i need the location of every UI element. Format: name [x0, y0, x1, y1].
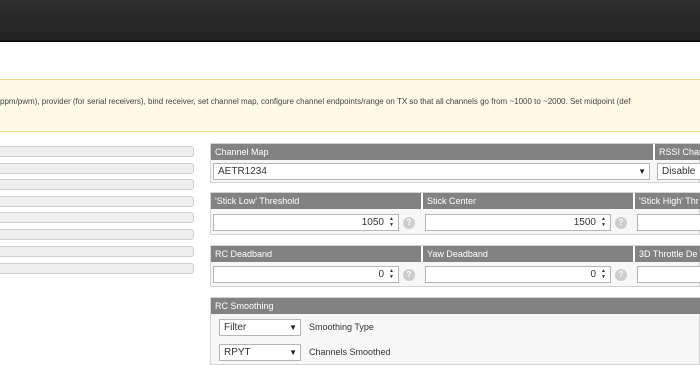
rssi-channel-header: RSSI Chan	[655, 144, 700, 160]
stick-low-input[interactable]: 1050 ▲ ▼	[213, 214, 399, 231]
info-note-text: ppm/pwm), provider (for serial receivers…	[0, 97, 631, 106]
channel-bar	[0, 229, 194, 240]
yaw-deadband-input[interactable]: 0 ▲ ▼	[425, 266, 611, 283]
rssi-channel-value: Disable	[662, 166, 696, 177]
yaw-deadband-header: Yaw Deadband	[423, 246, 633, 262]
spinner-arrows-icon[interactable]: ▲ ▼	[387, 268, 396, 280]
channel-bar	[0, 212, 194, 223]
top-toolbar	[0, 0, 700, 40]
stick-center-header: Stick Center	[423, 193, 633, 209]
stick-high-header: 'Stick High' Thr	[635, 193, 700, 209]
stick-high-input[interactable]	[637, 214, 700, 231]
stick-center-value: 1500	[573, 217, 596, 228]
rc-smoothing-header: RC Smoothing	[211, 298, 700, 314]
help-icon[interactable]: ?	[403, 269, 415, 281]
spinner-arrows-icon[interactable]: ▲ ▼	[599, 268, 608, 280]
throttle-deadband-header: 3D Throttle De	[635, 246, 700, 262]
channel-bar	[0, 179, 194, 190]
smoothing-type-value: Filter	[224, 322, 247, 333]
throttle-deadband-input[interactable]	[637, 266, 700, 283]
help-icon[interactable]: ?	[403, 217, 415, 229]
stick-center-input[interactable]: 1500 ▲ ▼	[425, 214, 611, 231]
info-note: ppm/pwm), provider (for serial receivers…	[0, 79, 700, 132]
channel-map-value: AETR1234	[218, 166, 267, 177]
channel-bar	[0, 163, 194, 174]
yaw-deadband-value: 0	[590, 269, 596, 280]
chevron-down-icon: ▼	[289, 348, 297, 357]
channels-smoothed-label: Channels Smoothed	[309, 347, 391, 357]
rc-deadband-header: RC Deadband	[211, 246, 421, 262]
channel-bar	[0, 246, 194, 257]
channel-map-header: Channel Map	[211, 144, 653, 160]
help-icon[interactable]: ?	[615, 217, 627, 229]
smoothing-type-select[interactable]: Filter ▼	[219, 319, 301, 336]
spinner-arrows-icon[interactable]: ▲ ▼	[599, 216, 608, 228]
rssi-channel-select[interactable]: Disable	[657, 163, 700, 180]
channels-smoothed-value: RPYT	[224, 347, 251, 358]
help-icon[interactable]: ?	[615, 269, 627, 281]
channel-bar	[0, 263, 194, 274]
channels-smoothed-select[interactable]: RPYT ▼	[219, 344, 301, 361]
channel-bar	[0, 196, 194, 207]
smoothing-type-label: Smoothing Type	[309, 322, 374, 332]
channel-map-input[interactable]: AETR1234 ▼	[213, 163, 650, 180]
stick-low-header: 'Stick Low' Threshold	[211, 193, 421, 209]
rc-deadband-input[interactable]: 0 ▲ ▼	[213, 266, 399, 283]
chevron-down-icon: ▼	[638, 167, 646, 176]
rc-deadband-value: 0	[378, 269, 384, 280]
chevron-down-icon: ▼	[289, 323, 297, 332]
stick-low-value: 1050	[361, 217, 384, 228]
spinner-arrows-icon[interactable]: ▲ ▼	[387, 216, 396, 228]
channel-bar	[0, 146, 194, 157]
toolbar-divider	[0, 40, 700, 42]
